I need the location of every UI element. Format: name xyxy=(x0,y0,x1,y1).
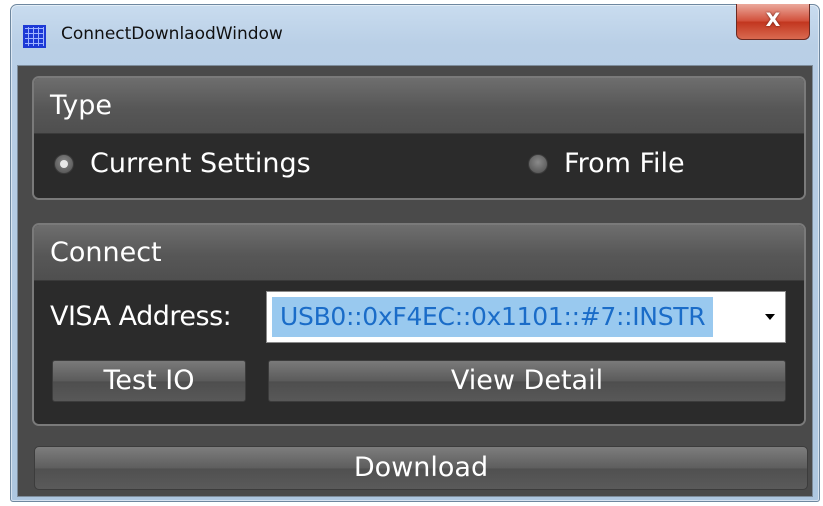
radio-unselected-icon xyxy=(528,153,548,174)
from-file-radio[interactable]: From File xyxy=(528,148,685,179)
radio-selected-icon xyxy=(54,153,74,174)
current-settings-label: Current Settings xyxy=(90,148,311,179)
visa-address-value: USB0::0xF4EC::0x1101::#7::INSTR xyxy=(272,297,714,337)
close-button[interactable]: X xyxy=(736,4,810,40)
connect-download-window: ConnectDownlaodWindow X Type Current Set… xyxy=(10,4,820,502)
download-button[interactable]: Download xyxy=(34,446,808,490)
title-bar[interactable]: ConnectDownlaodWindow X xyxy=(11,4,819,57)
current-settings-radio[interactable]: Current Settings xyxy=(54,148,311,179)
type-group-body: Current Settings From File xyxy=(34,134,804,198)
view-detail-button[interactable]: View Detail xyxy=(268,360,786,402)
type-group-header: Type xyxy=(34,78,804,134)
connect-group: Connect VISA Address: USB0::0xF4EC::0x11… xyxy=(32,223,806,426)
visa-address-combobox[interactable]: USB0::0xF4EC::0x1101::#7::INSTR xyxy=(266,291,786,343)
window-client-area: Type Current Settings From File Connect … xyxy=(17,65,813,497)
grid-app-icon xyxy=(23,25,46,48)
connect-group-header: Connect xyxy=(34,225,804,281)
type-group: Type Current Settings From File xyxy=(32,76,806,200)
test-io-button[interactable]: Test IO xyxy=(52,360,246,402)
from-file-label: From File xyxy=(564,148,685,179)
visa-address-label: VISA Address: xyxy=(50,301,232,332)
dropdown-arrow-icon[interactable] xyxy=(765,314,775,320)
connect-group-body: VISA Address: USB0::0xF4EC::0x1101::#7::… xyxy=(34,281,804,424)
window-title: ConnectDownlaodWindow xyxy=(61,24,283,44)
